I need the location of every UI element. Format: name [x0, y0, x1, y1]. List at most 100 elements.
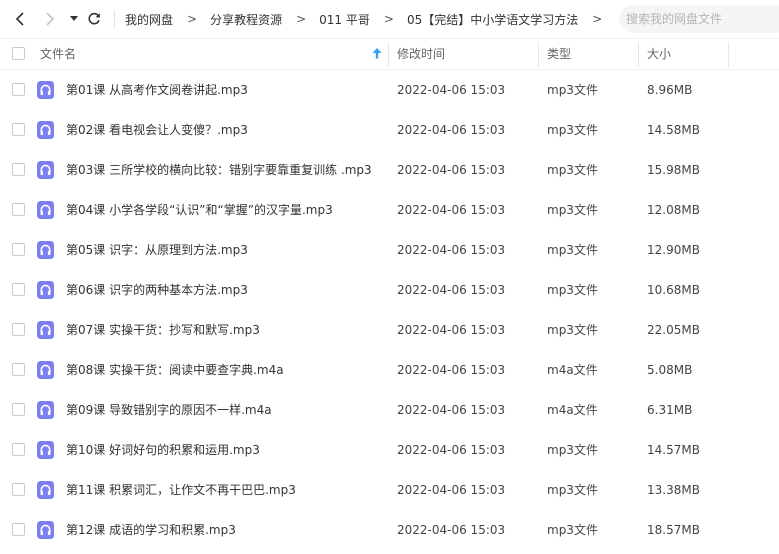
file-name[interactable]: 第04课 小学各学段“认识”和“掌握”的汉字量.mp3	[66, 190, 333, 230]
refresh-icon	[88, 12, 100, 25]
select-all-checkbox[interactable]	[12, 47, 25, 60]
column-divider[interactable]	[728, 42, 729, 67]
file-type: mp3文件	[547, 283, 598, 297]
audio-file-icon	[37, 441, 54, 459]
file-list-header: 文件名 修改时间 类型 大小	[0, 39, 779, 70]
file-row[interactable]: 第12课 成语的学习和积累.mp3 2022-04-06 15:03 mp3文件…	[0, 510, 779, 550]
breadcrumb-item-my-drive[interactable]: 我的网盘	[125, 11, 173, 28]
column-header-modified[interactable]: 修改时间	[397, 39, 445, 69]
file-modified-time: 2022-04-06 15:03	[397, 243, 506, 257]
file-type: m4a文件	[547, 403, 598, 417]
file-modified-time: 2022-04-06 15:03	[397, 123, 506, 137]
file-checkbox[interactable]	[12, 483, 25, 496]
breadcrumb-separator: >	[383, 12, 394, 26]
sort-ascending-icon[interactable]	[372, 48, 382, 59]
breadcrumb: 我的网盘 > 分享教程资源 > 011 平哥 > 05【完结】中小学语文学习方法…	[114, 0, 615, 38]
file-modified-time: 2022-04-06 15:03	[397, 203, 506, 217]
forward-button[interactable]	[40, 0, 60, 38]
file-checkbox[interactable]	[12, 523, 25, 536]
file-size: 14.57MB	[647, 443, 700, 457]
file-size: 10.68MB	[647, 283, 700, 297]
file-list: 第01课 从高考作文阅卷讲起.mp3 2022-04-06 15:03 mp3文…	[0, 70, 779, 550]
file-checkbox[interactable]	[12, 283, 25, 296]
file-type: m4a文件	[547, 363, 598, 377]
file-row[interactable]: 第05课 识字：从原理到方法.mp3 2022-04-06 15:03 mp3文…	[0, 230, 779, 270]
file-size: 8.96MB	[647, 83, 693, 97]
file-name[interactable]: 第08课 实操干货：阅读中要查字典.m4a	[66, 350, 284, 390]
column-divider[interactable]	[638, 42, 639, 67]
file-type: mp3文件	[547, 83, 598, 97]
chevron-right-icon	[46, 12, 55, 26]
chevron-left-icon	[15, 12, 24, 26]
file-type: mp3文件	[547, 523, 598, 537]
file-type: mp3文件	[547, 163, 598, 177]
file-type: mp3文件	[547, 483, 598, 497]
file-name[interactable]: 第10课 好词好句的积累和运用.mp3	[66, 430, 260, 470]
file-name[interactable]: 第02课 看电视会让人变傻？.mp3	[66, 110, 248, 150]
file-size: 12.08MB	[647, 203, 700, 217]
breadcrumb-item-pingge[interactable]: 011 平哥	[319, 11, 370, 28]
history-dropdown-button[interactable]	[67, 0, 81, 38]
file-name[interactable]: 第03课 三所学校的横向比较：错别字要靠重复训练 .mp3	[66, 150, 372, 190]
file-name[interactable]: 第05课 识字：从原理到方法.mp3	[66, 230, 248, 270]
toolbar: 我的网盘 > 分享教程资源 > 011 平哥 > 05【完结】中小学语文学习方法…	[0, 0, 779, 39]
refresh-button[interactable]	[85, 0, 103, 38]
column-header-name[interactable]: 文件名	[40, 39, 76, 69]
caret-down-icon	[70, 16, 78, 21]
file-name[interactable]: 第07课 实操干货：抄写和默写.mp3	[66, 310, 260, 350]
file-size: 14.58MB	[647, 123, 700, 137]
audio-file-icon	[37, 161, 54, 179]
file-checkbox[interactable]	[12, 123, 25, 136]
file-modified-time: 2022-04-06 15:03	[397, 523, 506, 537]
audio-file-icon	[37, 81, 54, 99]
file-modified-time: 2022-04-06 15:03	[397, 283, 506, 297]
file-checkbox[interactable]	[12, 163, 25, 176]
file-row[interactable]: 第07课 实操干货：抄写和默写.mp3 2022-04-06 15:03 mp3…	[0, 310, 779, 350]
audio-file-icon	[37, 361, 54, 379]
file-row[interactable]: 第04课 小学各学段“认识”和“掌握”的汉字量.mp3 2022-04-06 1…	[0, 190, 779, 230]
file-name[interactable]: 第01课 从高考作文阅卷讲起.mp3	[66, 70, 248, 110]
file-row[interactable]: 第02课 看电视会让人变傻？.mp3 2022-04-06 15:03 mp3文…	[0, 110, 779, 150]
file-row[interactable]: 第09课 导致错别字的原因不一样.m4a 2022-04-06 15:03 m4…	[0, 390, 779, 430]
audio-file-icon	[37, 121, 54, 139]
file-modified-time: 2022-04-06 15:03	[397, 163, 506, 177]
file-row[interactable]: 第10课 好词好句的积累和运用.mp3 2022-04-06 15:03 mp3…	[0, 430, 779, 470]
file-name[interactable]: 第09课 导致错别字的原因不一样.m4a	[66, 390, 272, 430]
file-type: mp3文件	[547, 323, 598, 337]
file-checkbox[interactable]	[12, 363, 25, 376]
file-row[interactable]: 第11课 积累词汇，让作文不再干巴巴.mp3 2022-04-06 15:03 …	[0, 470, 779, 510]
audio-file-icon	[37, 241, 54, 259]
file-checkbox[interactable]	[12, 443, 25, 456]
file-row[interactable]: 第06课 识字的两种基本方法.mp3 2022-04-06 15:03 mp3文…	[0, 270, 779, 310]
file-checkbox[interactable]	[12, 83, 25, 96]
file-checkbox[interactable]	[12, 323, 25, 336]
file-size: 18.57MB	[647, 523, 700, 537]
file-size: 13.38MB	[647, 483, 700, 497]
file-modified-time: 2022-04-06 15:03	[397, 83, 506, 97]
breadcrumb-item-shared-resources[interactable]: 分享教程资源	[210, 11, 282, 28]
audio-file-icon	[37, 481, 54, 499]
file-name[interactable]: 第12课 成语的学习和积累.mp3	[66, 510, 236, 550]
file-checkbox[interactable]	[12, 243, 25, 256]
file-name[interactable]: 第06课 识字的两种基本方法.mp3	[66, 270, 248, 310]
file-checkbox[interactable]	[12, 403, 25, 416]
search-input[interactable]	[624, 11, 778, 27]
breadcrumb-item-current-folder[interactable]: 05【完结】中小学语文学习方法	[407, 11, 578, 28]
file-checkbox[interactable]	[12, 203, 25, 216]
file-row[interactable]: 第01课 从高考作文阅卷讲起.mp3 2022-04-06 15:03 mp3文…	[0, 70, 779, 110]
file-type: mp3文件	[547, 123, 598, 137]
file-row[interactable]: 第08课 实操干货：阅读中要查字典.m4a 2022-04-06 15:03 m…	[0, 350, 779, 390]
column-header-size[interactable]: 大小	[647, 39, 671, 69]
breadcrumb-separator: >	[296, 12, 307, 26]
file-name[interactable]: 第11课 积累词汇，让作文不再干巴巴.mp3	[66, 470, 296, 510]
file-row[interactable]: 第03课 三所学校的横向比较：错别字要靠重复训练 .mp3 2022-04-06…	[0, 150, 779, 190]
column-header-type[interactable]: 类型	[547, 39, 571, 69]
column-divider[interactable]	[538, 42, 539, 67]
file-size: 5.08MB	[647, 363, 693, 377]
search-box	[619, 5, 779, 33]
file-size: 22.05MB	[647, 323, 700, 337]
back-button[interactable]	[10, 0, 30, 38]
file-type: mp3文件	[547, 203, 598, 217]
file-modified-time: 2022-04-06 15:03	[397, 403, 506, 417]
column-divider[interactable]	[388, 42, 389, 67]
